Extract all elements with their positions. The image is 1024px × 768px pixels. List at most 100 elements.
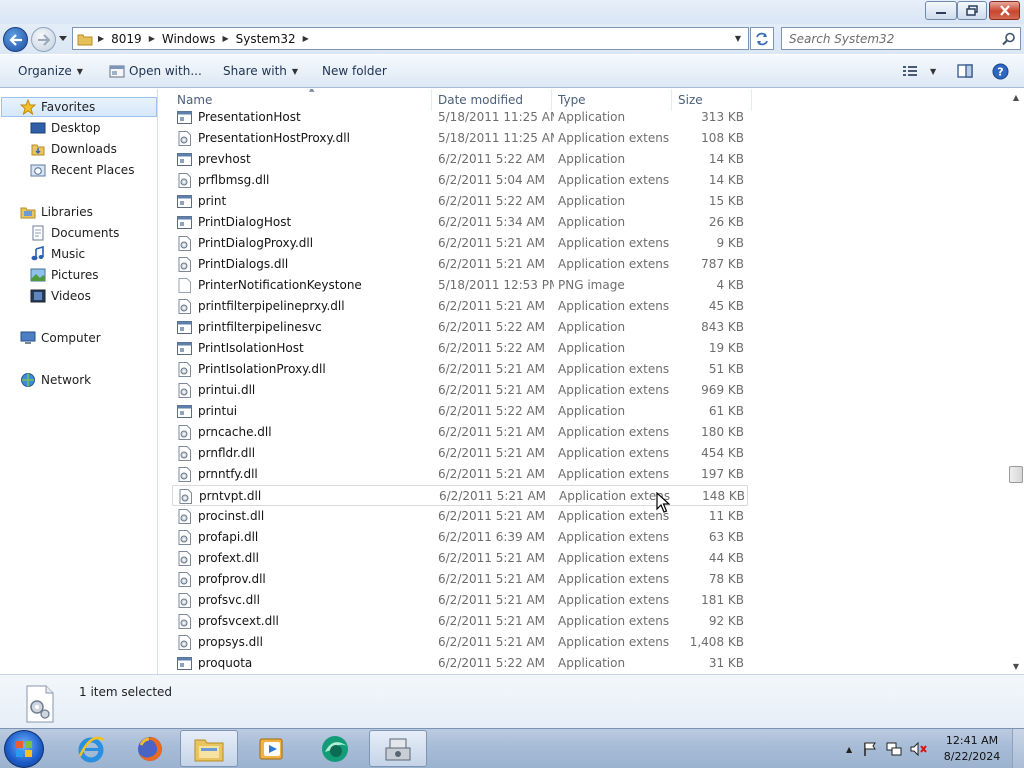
file-date: 6/2/2011 5:22 AM bbox=[438, 404, 546, 418]
new-folder-button[interactable]: New folder bbox=[322, 55, 387, 87]
table-row[interactable]: propsys.dll 6/2/2011 5:21 AM Application e… bbox=[172, 632, 748, 653]
recent-pages-button[interactable] bbox=[57, 32, 69, 46]
file-type: Application bbox=[558, 215, 626, 229]
search-box[interactable] bbox=[781, 27, 1021, 50]
dll-file-icon bbox=[178, 489, 193, 504]
show-hidden-icons-icon[interactable]: ▲ bbox=[846, 745, 852, 754]
dll-file-icon bbox=[177, 257, 192, 272]
nav-desktop-label: Desktop bbox=[51, 121, 101, 135]
table-row[interactable]: prnfldr.dll 6/2/2011 5:21 AM Application e… bbox=[172, 443, 748, 464]
taskbar-media-player[interactable] bbox=[243, 730, 301, 767]
preview-pane-button[interactable] bbox=[957, 55, 973, 87]
table-row-selected[interactable]: prntvpt.dll 6/2/2011 5:21 AM Application e… bbox=[172, 485, 748, 506]
taskbar-internet-explorer[interactable] bbox=[62, 730, 120, 767]
table-row[interactable]: printfilterpipelineprxy.dll 6/2/2011 5:21… bbox=[172, 296, 748, 317]
table-row[interactable]: PresentationHostProxy.dll 5/18/2011 11:25… bbox=[172, 128, 748, 149]
maximize-button[interactable] bbox=[957, 1, 987, 20]
nav-recent-places[interactable]: Recent Places bbox=[0, 160, 134, 180]
close-button[interactable] bbox=[989, 1, 1020, 20]
back-button[interactable] bbox=[3, 27, 28, 52]
taskbar-green-app[interactable] bbox=[306, 730, 364, 767]
refresh-button[interactable] bbox=[750, 27, 774, 50]
table-row[interactable]: PrintDialogs.dll 6/2/2011 5:21 AM Applicat… bbox=[172, 254, 748, 275]
table-row[interactable]: PrintIsolationHost 6/2/2011 5:22 AM Applic… bbox=[172, 338, 748, 359]
table-row[interactable]: profsvcext.dll 6/2/2011 5:21 AM Applicatio… bbox=[172, 611, 748, 632]
vertical-scrollbar[interactable]: ▲ ▼ bbox=[1008, 89, 1024, 674]
table-row[interactable]: PrintIsolationProxy.dll 6/2/2011 5:21 AM A… bbox=[172, 359, 748, 380]
nav-videos[interactable]: Videos bbox=[0, 286, 91, 306]
scroll-up-button[interactable]: ▲ bbox=[1008, 89, 1024, 105]
change-view-button[interactable]: ▼ bbox=[902, 55, 936, 87]
show-desktop-button[interactable] bbox=[1012, 729, 1024, 768]
file-type: PNG image bbox=[558, 278, 625, 292]
dll-file-icon bbox=[177, 173, 192, 188]
file-type: Application extens... bbox=[558, 362, 670, 376]
taskbar-clock[interactable]: 12:41 AM 8/22/2024 bbox=[940, 733, 1004, 765]
forward-button[interactable] bbox=[31, 27, 56, 52]
open-with-button[interactable]: Open with... bbox=[109, 55, 202, 87]
table-row[interactable]: PresentationHost 5/18/2011 11:25 AM Applic… bbox=[172, 107, 748, 128]
nav-libraries[interactable]: Libraries bbox=[0, 202, 93, 222]
table-row[interactable]: printui.dll 6/2/2011 5:21 AM Application e… bbox=[172, 380, 748, 401]
taskbar-windows-explorer[interactable] bbox=[180, 730, 238, 767]
scroll-thumb[interactable] bbox=[1009, 466, 1023, 483]
breadcrumb-item[interactable]: Windows bbox=[158, 28, 220, 49]
table-row[interactable]: procinst.dll 6/2/2011 5:21 AM Application … bbox=[172, 506, 748, 527]
nav-favorites[interactable]: Favorites bbox=[1, 97, 157, 117]
minimize-button[interactable] bbox=[925, 1, 957, 20]
nav-downloads[interactable]: Downloads bbox=[0, 139, 117, 159]
start-button[interactable] bbox=[4, 730, 44, 768]
taskbar-firefox[interactable] bbox=[121, 730, 179, 767]
table-row[interactable]: prevhost 6/2/2011 5:22 AM Application 14 KB bbox=[172, 149, 748, 170]
table-row[interactable]: printfilterpipelinesvc 6/2/2011 5:22 AM Ap… bbox=[172, 317, 748, 338]
file-date: 6/2/2011 6:39 AM bbox=[438, 530, 546, 544]
nav-computer[interactable]: Computer bbox=[0, 328, 101, 348]
table-row[interactable]: print 6/2/2011 5:22 AM Application 15 KB bbox=[172, 191, 748, 212]
file-date: 6/2/2011 5:04 AM bbox=[438, 173, 546, 187]
table-row[interactable]: profapi.dll 6/2/2011 6:39 AM Application e… bbox=[172, 527, 748, 548]
scroll-down-button[interactable]: ▼ bbox=[1008, 658, 1024, 674]
nav-documents[interactable]: Documents bbox=[0, 223, 119, 243]
search-input[interactable] bbox=[789, 31, 994, 46]
table-row[interactable]: proquota 6/2/2011 5:22 AM Application 31 KB bbox=[172, 653, 748, 674]
organize-button[interactable]: Organize ▼ bbox=[18, 55, 83, 87]
breadcrumb-item[interactable]: 8019 bbox=[107, 28, 146, 49]
share-with-button[interactable]: Share with ▼ bbox=[223, 55, 298, 87]
file-date: 6/2/2011 5:22 AM bbox=[438, 152, 546, 166]
network-status-icon[interactable] bbox=[886, 741, 902, 757]
nav-desktop[interactable]: Desktop bbox=[0, 118, 101, 138]
table-row[interactable]: prnntfy.dll 6/2/2011 5:21 AM Application e… bbox=[172, 464, 748, 485]
breadcrumb-item[interactable]: System32 bbox=[232, 28, 300, 49]
breadcrumb-separator[interactable]: ▶ bbox=[300, 34, 312, 43]
column-size-label: Size bbox=[678, 93, 703, 107]
file-name: profext.dll bbox=[198, 551, 259, 565]
volume-muted-icon[interactable] bbox=[910, 741, 928, 757]
breadcrumb-separator[interactable]: ▶ bbox=[146, 34, 158, 43]
table-row[interactable]: printui 6/2/2011 5:22 AM Application 61 KB bbox=[172, 401, 748, 422]
chevron-down-icon bbox=[59, 36, 67, 41]
table-row[interactable]: profprov.dll 6/2/2011 5:21 AM Application … bbox=[172, 569, 748, 590]
breadcrumb-separator[interactable]: ▶ bbox=[219, 34, 231, 43]
nav-pictures[interactable]: Pictures bbox=[0, 265, 99, 285]
table-row[interactable]: prflbmsg.dll 6/2/2011 5:04 AM Application … bbox=[172, 170, 748, 191]
table-row[interactable]: profext.dll 6/2/2011 5:21 AM Application e… bbox=[172, 548, 748, 569]
address-dropdown-button[interactable]: ▼ bbox=[728, 28, 748, 49]
nav-network[interactable]: Network bbox=[0, 370, 91, 390]
file-date: 6/2/2011 5:21 AM bbox=[438, 635, 546, 649]
table-row[interactable]: PrintDialogHost 6/2/2011 5:34 AM Applicati… bbox=[172, 212, 748, 233]
table-row[interactable]: PrinterNotificationKeystone 5/18/2011 12:… bbox=[172, 275, 748, 296]
file-type: Application extens... bbox=[558, 299, 670, 313]
file-date: 6/2/2011 5:21 AM bbox=[438, 362, 546, 376]
table-row[interactable]: profsvc.dll 6/2/2011 5:21 AM Application e… bbox=[172, 590, 748, 611]
nav-music[interactable]: Music bbox=[0, 244, 85, 264]
taskbar-network-tool[interactable] bbox=[369, 730, 427, 767]
address-bar[interactable]: ▶ 8019 ▶ Windows ▶ System32 ▶ ▼ bbox=[72, 27, 749, 50]
flag-icon[interactable] bbox=[862, 741, 878, 757]
column-name-label: Name bbox=[177, 93, 213, 107]
search-icon[interactable] bbox=[1002, 32, 1016, 46]
table-row[interactable]: prncache.dll 6/2/2011 5:21 AM Application … bbox=[172, 422, 748, 443]
help-button[interactable]: ? bbox=[992, 55, 1009, 87]
file-name: prntvpt.dll bbox=[199, 489, 262, 503]
libraries-icon bbox=[20, 204, 36, 220]
table-row[interactable]: PrintDialogProxy.dll 6/2/2011 5:21 AM Appl… bbox=[172, 233, 748, 254]
